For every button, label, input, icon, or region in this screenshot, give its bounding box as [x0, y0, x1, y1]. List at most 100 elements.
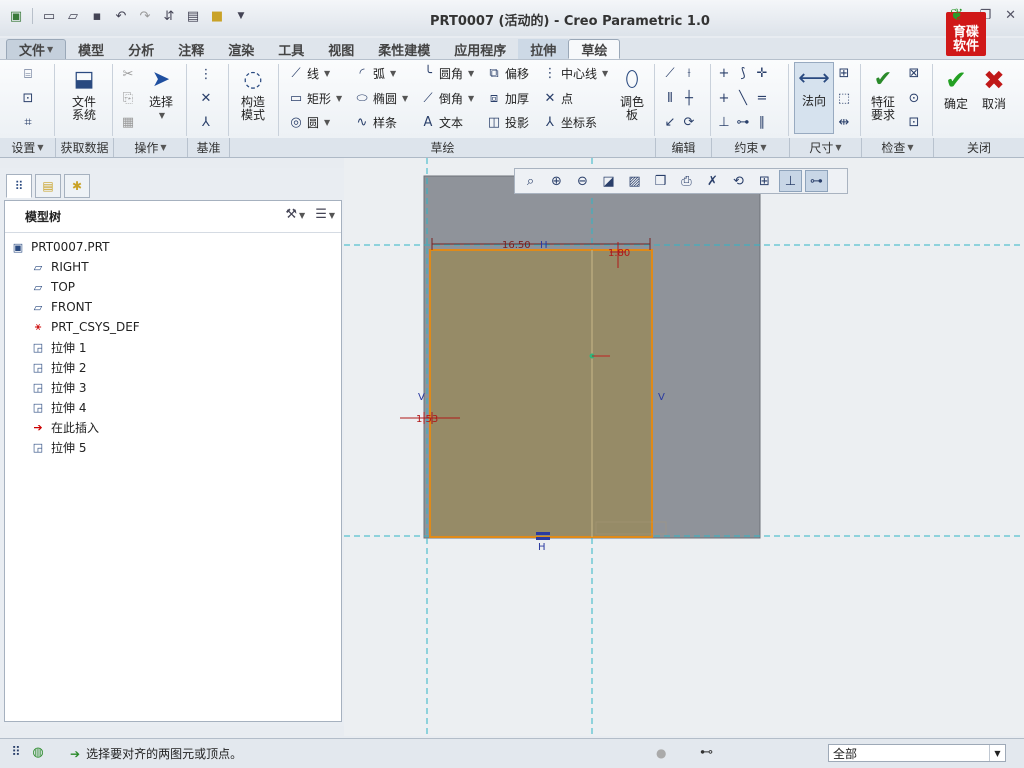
feature-requirements-button[interactable]: ✔ 特征 要求 [864, 64, 902, 122]
modify-button[interactable]: ⟋ ⟊ [662, 65, 697, 81]
constraint-row-2[interactable]: + ╲ = [716, 90, 770, 106]
baseline-dimension-button[interactable]: ⇹ [836, 114, 852, 130]
constraint-row-3[interactable]: ⊥ ⊶ ∥ [716, 114, 770, 130]
ok-button[interactable]: ✔ 确定 [938, 66, 974, 111]
rectangle-tool-button[interactable]: ▭ 矩形 ▼ [288, 90, 342, 107]
group-dimension[interactable]: 尺寸 ▼ [790, 138, 862, 157]
tree-item-extrude-4[interactable]: ◲ 拉伸 4 [5, 397, 341, 417]
spin-center-icon[interactable]: ⟲ [727, 170, 750, 192]
regenerate-icon[interactable]: ⇵ [159, 6, 179, 26]
open-folder-icon[interactable]: ▱ [63, 6, 83, 26]
perimeter-dimension-button[interactable]: ⊞ [836, 65, 852, 81]
cancel-button[interactable]: ✖ 取消 [976, 66, 1012, 111]
offset-tool-button[interactable]: ⧉ 偏移 [486, 65, 529, 82]
favorites-tab-icon[interactable]: ✱ [64, 174, 90, 198]
copy-button[interactable]: ⎘ [120, 90, 136, 106]
tab-model[interactable]: 模型 [66, 39, 116, 59]
tab-view[interactable]: 视图 [316, 39, 366, 59]
display-style-icon[interactable]: ▨ [623, 170, 646, 192]
vertex-display-icon[interactable]: ⊶ [805, 170, 828, 192]
file-system-button[interactable]: ⬓ 文件 系统 [64, 64, 104, 122]
tab-tools[interactable]: 工具 [266, 39, 316, 59]
reference-dimension-button[interactable]: ⬚ [836, 90, 852, 106]
sketch-view-icon[interactable]: ⎙ [675, 170, 698, 192]
cut-button[interactable]: ✂ [120, 66, 136, 82]
group-setup[interactable]: 设置 ▼ [0, 138, 56, 157]
line-tool-button[interactable]: ⟋ 线 ▼ [288, 65, 330, 82]
datum-csys-button[interactable]: ⅄ [198, 114, 214, 130]
tree-item-csys[interactable]: ⚹ PRT_CSYS_DEF [5, 317, 341, 337]
tab-file[interactable]: 文件 ▼ [6, 39, 67, 59]
circle-tool-button[interactable]: ◎ 圆 ▼ [288, 114, 330, 131]
sketch-view-button[interactable]: ⌗ [20, 114, 36, 130]
annotation-display-icon[interactable]: ⊞ [753, 170, 776, 192]
select-button[interactable]: ➤ 选择 ▼ [144, 64, 178, 122]
customize-qat-icon[interactable]: ▼ [231, 6, 251, 26]
group-inspect[interactable]: 检查 ▼ [862, 138, 934, 157]
close-icon[interactable]: ✕ [1005, 8, 1016, 23]
tab-annotate[interactable]: 注释 [166, 39, 216, 59]
point-tool-button[interactable]: ✕ 点 [542, 90, 573, 107]
construction-mode-button[interactable]: ◌ 构造 模式 [234, 64, 272, 122]
datum-display-icon[interactable]: ✗ [701, 170, 724, 192]
tab-flexible-modeling[interactable]: 柔性建模 [366, 39, 442, 59]
shade-closed-loops-button[interactable]: ⊡ [906, 114, 922, 130]
tree-item-extrude-2[interactable]: ◲ 拉伸 2 [5, 357, 341, 377]
navigator-toggle-icon[interactable]: ⠿ [8, 744, 24, 760]
tree-item-top[interactable]: ▱ TOP [5, 277, 341, 297]
folder-browser-tab-icon[interactable]: ▤ [35, 174, 61, 198]
dimension-top-offset[interactable]: 1.80 [608, 248, 630, 259]
model-tree-tab-icon[interactable]: ⠿ [6, 174, 32, 198]
arc-tool-button[interactable]: ◜ 弧 ▼ [354, 65, 396, 82]
undo-icon[interactable]: ↶ [111, 6, 131, 26]
tree-item-right[interactable]: ▱ RIGHT [5, 257, 341, 277]
spline-tool-button[interactable]: ∿ 样条 [354, 114, 397, 131]
csys-tool-button[interactable]: ⅄ 坐标系 [542, 114, 597, 131]
save-icon[interactable]: ▪ [87, 6, 107, 26]
ellipse-tool-button[interactable]: ⬭ 椭圆 ▼ [354, 90, 408, 107]
tree-item-front[interactable]: ▱ FRONT [5, 297, 341, 317]
constraint-display-icon[interactable]: ⊥ [779, 170, 802, 192]
constraint-row-1[interactable]: + ⟆ ✛ [716, 65, 770, 81]
sketch-rectangle[interactable] [429, 249, 653, 538]
browser-toggle-icon[interactable]: ◍ [30, 744, 46, 760]
thicken-tool-button[interactable]: ⧈ 加厚 [486, 90, 529, 107]
repaint-icon[interactable]: ◪ [597, 170, 620, 192]
tree-show-icon[interactable]: ☰ ▼ [315, 207, 335, 222]
windows-icon[interactable]: ▤ [183, 6, 203, 26]
reference-button[interactable]: ⊡ [20, 90, 36, 106]
folder-icon[interactable]: ■ [207, 6, 227, 26]
zoom-in-icon[interactable]: ⊕ [545, 170, 568, 192]
fillet-tool-button[interactable]: ╰ 圆角 ▼ [420, 65, 474, 82]
redo-icon[interactable]: ↷ [135, 6, 155, 26]
centerline-tool-button[interactable]: ⋮ 中心线 ▼ [542, 65, 609, 82]
tree-item-extrude-5[interactable]: ◲ 拉伸 5 [5, 437, 341, 457]
tree-item-extrude-3[interactable]: ◲ 拉伸 3 [5, 377, 341, 397]
tree-settings-icon[interactable]: ⚒ ▼ [285, 207, 305, 222]
tab-sketch[interactable]: 草绘 [568, 39, 621, 59]
normal-dimension-button[interactable]: ⟷ 法向 [794, 62, 834, 134]
tree-item-extrude-1[interactable]: ◲ 拉伸 1 [5, 337, 341, 357]
sketch-canvas[interactable]: 16.50 H 1.80 1.53 V V H [344, 158, 1024, 736]
saved-views-icon[interactable]: ❒ [649, 170, 672, 192]
group-constrain[interactable]: 约束 ▼ [712, 138, 790, 157]
refit-icon[interactable]: ⌕ [519, 170, 542, 192]
tree-item-part[interactable]: ▣ PRT0007.PRT [5, 237, 341, 257]
tab-analysis[interactable]: 分析 [116, 39, 166, 59]
text-tool-button[interactable]: A 文本 [420, 114, 463, 131]
delete-segment-button[interactable]: ↙ ⟳ [662, 114, 697, 130]
sketch-setup-button[interactable]: ⌸ [20, 66, 36, 82]
app-icon[interactable]: ▣ [6, 6, 26, 26]
mirror-button[interactable]: ⫴ ┼ [662, 90, 697, 106]
tab-render[interactable]: 渲染 [216, 39, 266, 59]
new-file-icon[interactable]: ▭ [39, 6, 59, 26]
find-icon[interactable]: ⊷ [700, 745, 713, 760]
dimension-left-offset[interactable]: 1.53 [416, 414, 438, 425]
dimension-width[interactable]: 16.50 [502, 240, 531, 251]
highlight-open-ends-button[interactable]: ⊠ [906, 65, 922, 81]
zoom-out-icon[interactable]: ⊖ [571, 170, 594, 192]
datum-point-button[interactable]: ✕ [198, 90, 214, 106]
datum-centerline-button[interactable]: ⋮ [198, 66, 214, 82]
tab-applications[interactable]: 应用程序 [442, 39, 518, 59]
graphics-window[interactable]: 16.50 H 1.80 1.53 V V H [344, 158, 1024, 736]
